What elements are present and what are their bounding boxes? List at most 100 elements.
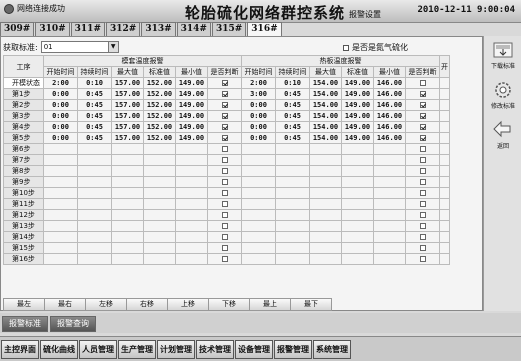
table-cell[interactable]: 154.00 bbox=[309, 132, 342, 144]
table-cell[interactable]: 0:00 bbox=[241, 99, 276, 111]
table-row[interactable]: 第11步 bbox=[3, 198, 450, 210]
table-cell[interactable]: 146.00 bbox=[373, 110, 406, 122]
menu-item-5[interactable]: 技术管理 bbox=[196, 339, 234, 359]
menu-item-6[interactable]: 设备管理 bbox=[235, 339, 273, 359]
judge-checkbox[interactable] bbox=[419, 157, 426, 163]
judge-checkbox[interactable] bbox=[419, 146, 426, 152]
menu-item-0[interactable]: 主控界面 bbox=[1, 339, 39, 359]
judge-checkbox[interactable] bbox=[221, 135, 228, 141]
table-cell[interactable] bbox=[43, 176, 78, 188]
table-cell[interactable]: 0:00 bbox=[241, 110, 276, 122]
table-cell[interactable] bbox=[373, 143, 406, 155]
table-row[interactable]: 第8步 bbox=[3, 165, 450, 177]
judge-checkbox[interactable] bbox=[419, 179, 426, 185]
table-cell[interactable] bbox=[111, 220, 144, 232]
table-cell[interactable] bbox=[275, 143, 310, 155]
table-cell[interactable] bbox=[275, 231, 310, 243]
table-cell[interactable] bbox=[241, 220, 276, 232]
table-row[interactable]: 第3步 0:00 0:45 157.00 152.00 149.00 0:00 0:45 154… bbox=[3, 110, 450, 122]
table-cell[interactable] bbox=[275, 253, 310, 265]
table-cell[interactable]: 149.00 bbox=[175, 110, 208, 122]
table-cell[interactable] bbox=[43, 209, 78, 221]
table-cell[interactable] bbox=[175, 220, 208, 232]
table-cell[interactable]: 146.00 bbox=[373, 121, 406, 133]
judge-checkbox[interactable] bbox=[221, 124, 228, 130]
table-cell[interactable]: 157.00 bbox=[111, 77, 144, 89]
menu-item-4[interactable]: 计划管理 bbox=[157, 339, 195, 359]
table-cell[interactable] bbox=[43, 220, 78, 232]
table-cell[interactable] bbox=[111, 253, 144, 265]
table-cell[interactable] bbox=[143, 220, 176, 232]
table-cell[interactable]: 152.00 bbox=[143, 99, 176, 111]
table-cell[interactable] bbox=[77, 209, 112, 221]
tab-machine-7[interactable]: 316# bbox=[247, 22, 282, 36]
table-cell[interactable] bbox=[309, 154, 342, 166]
table-cell[interactable]: 0:45 bbox=[77, 88, 112, 100]
table-cell[interactable] bbox=[275, 220, 310, 232]
judge-checkbox[interactable] bbox=[221, 146, 228, 152]
table-cell[interactable]: 146.00 bbox=[373, 77, 406, 89]
table-cell[interactable]: 0:00 bbox=[43, 132, 78, 144]
table-cell[interactable] bbox=[309, 176, 342, 188]
table-cell[interactable] bbox=[341, 253, 374, 265]
nav-button-1[interactable]: 最右 bbox=[44, 298, 86, 311]
table-cell[interactable] bbox=[111, 231, 144, 243]
judge-checkbox[interactable] bbox=[419, 113, 426, 119]
table-cell[interactable] bbox=[341, 198, 374, 210]
judge-checkbox[interactable] bbox=[221, 179, 228, 185]
table-cell[interactable] bbox=[77, 220, 112, 232]
table-cell[interactable] bbox=[275, 187, 310, 199]
judge-checkbox[interactable] bbox=[419, 212, 426, 218]
table-cell[interactable] bbox=[175, 143, 208, 155]
table-cell[interactable]: 3:00 bbox=[241, 88, 276, 100]
table-cell[interactable] bbox=[143, 187, 176, 199]
tab-machine-5[interactable]: 314# bbox=[176, 22, 211, 36]
table-cell[interactable] bbox=[373, 154, 406, 166]
table-cell[interactable] bbox=[309, 253, 342, 265]
table-row[interactable]: 第12步 bbox=[3, 209, 450, 221]
table-cell[interactable] bbox=[309, 231, 342, 243]
table-cell[interactable]: 149.00 bbox=[175, 88, 208, 100]
table-cell[interactable]: 149.00 bbox=[175, 77, 208, 89]
table-cell[interactable]: 0:00 bbox=[241, 121, 276, 133]
table-cell[interactable] bbox=[43, 198, 78, 210]
table-cell[interactable]: 149.00 bbox=[175, 121, 208, 133]
table-cell[interactable]: 0:00 bbox=[43, 99, 78, 111]
table-cell[interactable] bbox=[143, 198, 176, 210]
nav-button-5[interactable]: 下移 bbox=[208, 298, 250, 311]
table-cell[interactable] bbox=[373, 242, 406, 254]
table-cell[interactable] bbox=[373, 187, 406, 199]
table-cell[interactable] bbox=[309, 220, 342, 232]
table-cell[interactable] bbox=[241, 176, 276, 188]
tab-machine-3[interactable]: 312# bbox=[105, 22, 141, 36]
table-cell[interactable]: 2:00 bbox=[43, 77, 78, 89]
table-row[interactable]: 第2步 0:00 0:45 157.00 152.00 149.00 0:00 0:45 154… bbox=[3, 99, 450, 111]
table-cell[interactable] bbox=[175, 165, 208, 177]
table-cell[interactable] bbox=[241, 143, 276, 155]
table-cell[interactable] bbox=[175, 198, 208, 210]
table-row[interactable]: 第13步 bbox=[3, 220, 450, 232]
table-cell[interactable] bbox=[143, 143, 176, 155]
table-cell[interactable] bbox=[275, 165, 310, 177]
table-cell[interactable] bbox=[275, 198, 310, 210]
judge-checkbox[interactable] bbox=[419, 190, 426, 196]
table-cell[interactable] bbox=[175, 242, 208, 254]
table-cell[interactable]: 0:45 bbox=[275, 132, 310, 144]
table-cell[interactable]: 149.00 bbox=[175, 99, 208, 111]
table-cell[interactable] bbox=[309, 165, 342, 177]
table-cell[interactable] bbox=[175, 154, 208, 166]
table-cell[interactable]: 0:45 bbox=[275, 110, 310, 122]
alarm-standard-button[interactable]: 报警标准 bbox=[2, 316, 48, 332]
download-standard-button[interactable]: 下载标准 bbox=[484, 40, 521, 70]
table-cell[interactable] bbox=[341, 187, 374, 199]
table-cell[interactable]: 0:10 bbox=[77, 77, 112, 89]
table-cell[interactable]: 149.00 bbox=[341, 77, 374, 89]
judge-checkbox[interactable] bbox=[221, 212, 228, 218]
table-cell[interactable] bbox=[241, 154, 276, 166]
judge-checkbox[interactable] bbox=[221, 91, 228, 97]
back-button[interactable]: 返回 bbox=[484, 120, 521, 150]
table-cell[interactable] bbox=[43, 242, 78, 254]
tab-machine-2[interactable]: 311# bbox=[70, 22, 105, 36]
nav-button-6[interactable]: 最上 bbox=[249, 298, 291, 311]
standard-select[interactable]: 01 ▼ bbox=[40, 41, 119, 53]
